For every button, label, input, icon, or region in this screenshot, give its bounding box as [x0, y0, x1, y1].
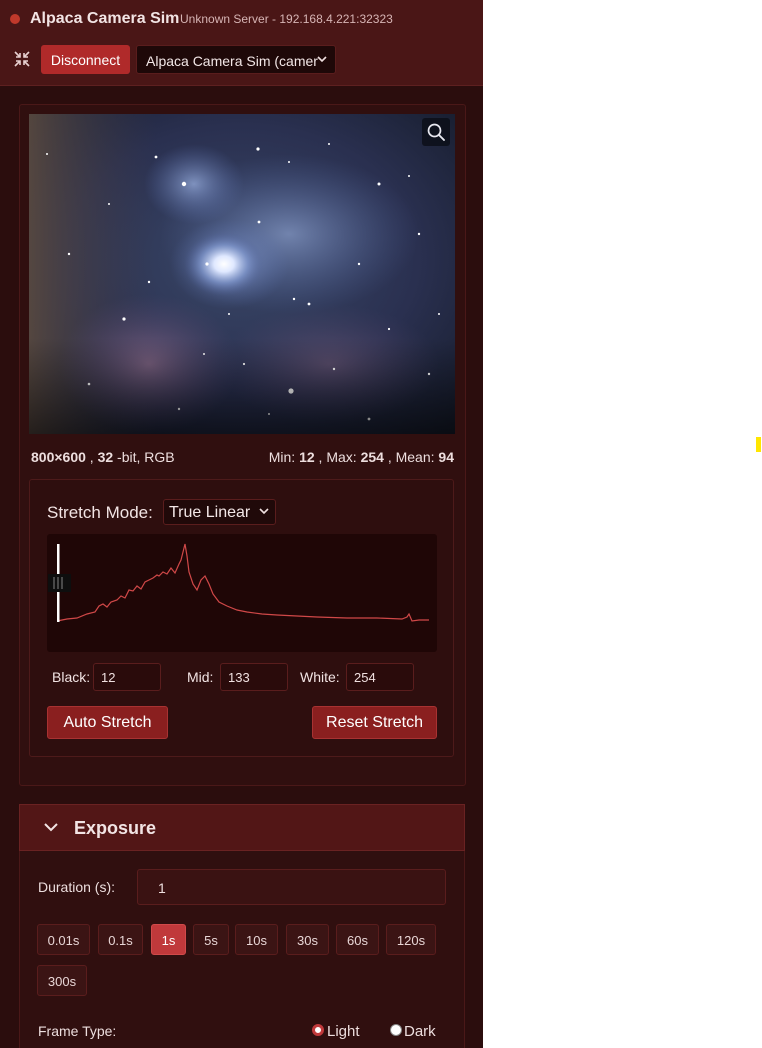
mid-input[interactable]: 133 — [220, 663, 288, 691]
mid-label: Mid: — [187, 669, 214, 685]
frame-type-dark[interactable]: Dark — [404, 1023, 436, 1040]
white-input[interactable]: 254 — [346, 663, 414, 691]
black-label: Black: — [52, 669, 91, 685]
black-point-handle[interactable] — [48, 574, 71, 592]
image-height: 600 — [62, 449, 86, 465]
camera-image — [29, 114, 455, 434]
auto-stretch-button[interactable]: Auto Stretch — [47, 706, 168, 739]
collapse-icon[interactable] — [13, 50, 31, 68]
preset-5s[interactable]: 5s — [193, 924, 229, 955]
image-dimensions: 800×600 , 32 -bit, RGB — [31, 449, 175, 465]
preset-1s[interactable]: 1s — [151, 924, 186, 955]
preset-30s[interactable]: 30s — [286, 924, 329, 955]
exposure-title: Exposure — [74, 818, 157, 838]
image-width: 800 — [31, 449, 55, 465]
histogram-curve — [56, 543, 429, 622]
camera-panel: Alpaca Camera Sim Unknown Server - 192.1… — [0, 0, 483, 1048]
frame-type-label: Frame Type: — [38, 1023, 117, 1039]
highlight-marker — [756, 437, 761, 452]
device-select[interactable]: Alpaca Camera Sim (camer — [136, 45, 336, 74]
device-select-value: Alpaca Camera Sim (camer — [146, 53, 318, 69]
radio-icon[interactable] — [390, 1024, 402, 1036]
white-label: White: — [300, 669, 340, 685]
image-stats: Min: 12 , Max: 254 , Mean: 94 — [268, 449, 454, 465]
server-info: Unknown Server - 192.168.4.221:32323 — [180, 12, 393, 26]
duration-label: Duration (s): — [38, 879, 116, 895]
duration-input[interactable]: 1 — [137, 869, 446, 905]
preset-0.1s[interactable]: 0.1s — [98, 924, 143, 955]
image-bitdepth: 32 — [97, 449, 114, 465]
chevron-down-icon — [317, 56, 327, 63]
radio-icon[interactable] — [312, 1024, 324, 1036]
stretch-mode-label: Stretch Mode: — [47, 503, 153, 522]
stretch-mode-value: True Linear — [169, 504, 251, 521]
stretch-mode-select[interactable]: True Linear — [163, 499, 276, 525]
preset-300s[interactable]: 300s — [37, 965, 87, 996]
preset-60s[interactable]: 60s — [336, 924, 379, 955]
stat-min: 12 — [299, 449, 315, 465]
preset-0.01s[interactable]: 0.01s — [37, 924, 90, 955]
preset-120s[interactable]: 120s — [386, 924, 436, 955]
app-title: Alpaca Camera Sim — [30, 10, 180, 27]
frame-type-light[interactable]: Light — [327, 1023, 360, 1040]
black-input[interactable]: 12 — [93, 663, 161, 691]
image-format: -bit, RGB — [117, 449, 175, 465]
zoom-button[interactable] — [422, 118, 450, 146]
preset-10s[interactable]: 10s — [235, 924, 278, 955]
disconnect-button[interactable]: Disconnect — [41, 45, 130, 74]
search-icon — [427, 123, 445, 141]
reset-stretch-button[interactable]: Reset Stretch — [312, 706, 437, 739]
histogram[interactable] — [47, 534, 437, 652]
chevron-down-icon — [259, 508, 269, 515]
stat-max: 254 — [360, 449, 384, 465]
stat-mean: 94 — [438, 449, 454, 465]
connection-status-icon — [10, 14, 20, 24]
chevron-down-icon[interactable] — [42, 818, 60, 836]
